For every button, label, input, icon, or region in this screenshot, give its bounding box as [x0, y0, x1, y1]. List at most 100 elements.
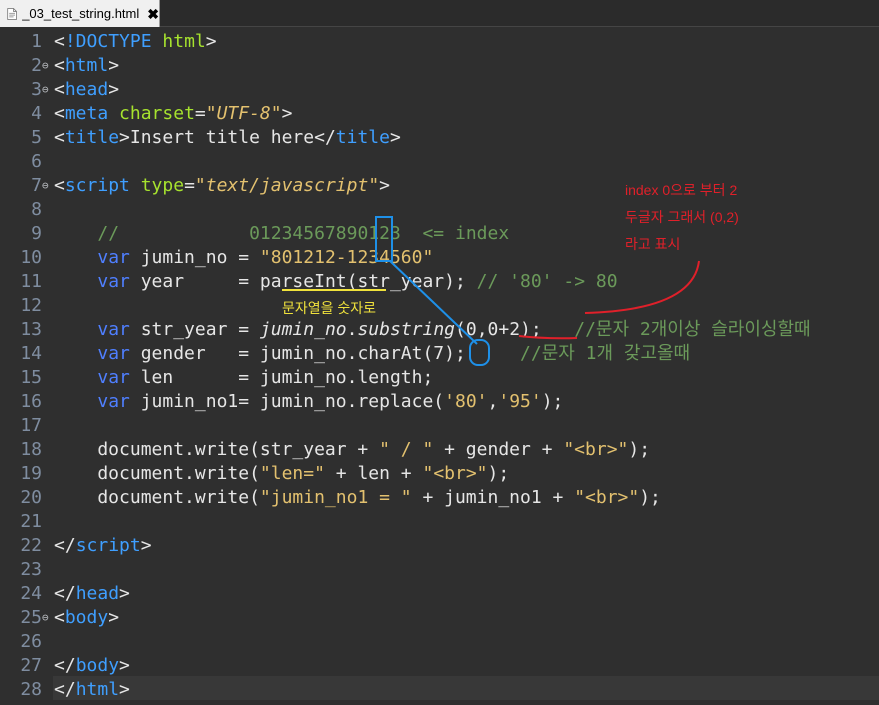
code-token: title: [335, 127, 390, 148]
code-line[interactable]: <script type="text/javascript">: [54, 174, 390, 198]
code-line[interactable]: var year = parseInt(str_year); // '80' -…: [54, 270, 617, 294]
code-token: script: [64, 175, 130, 196]
editor-tab-bar: _03_test_string.html ✖: [0, 0, 879, 27]
code-token: "<br>": [574, 487, 640, 508]
code-line[interactable]: document.write("len=" + len + "<br>");: [54, 462, 509, 486]
line-number: 28: [20, 679, 42, 700]
tab-title: _03_test_string.html: [22, 6, 140, 21]
code-token: >: [108, 79, 120, 100]
line-number: 25: [20, 607, 42, 628]
code-token: .: [346, 319, 358, 340]
code-line[interactable]: <!DOCTYPE html>: [54, 30, 217, 54]
code-line[interactable]: var jumin_no = "801212-1234560": [54, 246, 433, 270]
fold-toggle-icon[interactable]: ⊖: [42, 606, 54, 630]
code-token: (0,0+2);: [455, 319, 575, 340]
code-token: gender = jumin_no.charAt(7);: [129, 343, 521, 364]
code-token: <: [54, 103, 65, 124]
code-token: document.write(: [54, 463, 260, 484]
line-number: 5: [31, 127, 42, 148]
line-number: 17: [20, 415, 42, 436]
code-token: >: [108, 55, 120, 76]
line-number-gutter: 1 2 ⊖ 3 ⊖ 4 5 6 7 ⊖ 8 9 10 11 12 13 14 15 16 17 18 19 20 21 22 23…: [0, 28, 53, 705]
code-token: + len +: [324, 463, 423, 484]
code-line[interactable]: </body>: [54, 654, 130, 678]
code-line[interactable]: var str_year = jumin_no.substring(0,0+2)…: [54, 318, 811, 342]
code-token: " / ": [379, 439, 434, 460]
line-number: 4: [31, 103, 42, 124]
code-editor[interactable]: 1 2 ⊖ 3 ⊖ 4 5 6 7 ⊖ 8 9 10 11 12 13 14 15 16 17 18 19 20 21 22 23…: [0, 28, 879, 705]
line-number: 15: [20, 367, 42, 388]
line-number: 8: [31, 199, 42, 220]
code-line[interactable]: <html>: [54, 54, 119, 78]
code-line[interactable]: </head>: [54, 582, 130, 606]
line-number: 19: [20, 463, 42, 484]
code-token: >: [119, 679, 130, 700]
code-token: var: [97, 343, 130, 364]
code-line[interactable]: var jumin_no1= jumin_no.replace('80','95…: [54, 390, 563, 414]
line-number: 22: [20, 535, 42, 556]
code-token: </: [314, 127, 336, 148]
code-token: </: [54, 583, 76, 604]
code-line[interactable]: </script>: [54, 534, 152, 558]
code-line[interactable]: <meta charset="UTF-8">: [54, 102, 292, 126]
code-token: <: [54, 55, 65, 76]
code-token: );: [541, 391, 564, 412]
code-token: jumin_no =: [129, 247, 260, 268]
line-number: 10: [20, 247, 42, 268]
code-line[interactable]: // 01234567890123 <= index: [54, 222, 509, 246]
code-token: html: [162, 31, 206, 52]
fold-toggle-icon[interactable]: ⊖: [42, 54, 54, 78]
code-token: </: [54, 655, 76, 676]
code-line[interactable]: var gender = jumin_no.charAt(7); //문자 1개…: [54, 342, 690, 366]
code-line[interactable]: <body>: [54, 606, 119, 630]
close-tab-icon[interactable]: ✖: [147, 7, 159, 21]
code-token: document.write(: [54, 487, 260, 508]
code-token: meta: [64, 103, 109, 124]
code-token: <: [54, 79, 65, 100]
code-token: <: [54, 31, 65, 52]
code-token: <: [54, 127, 65, 148]
red-annotation-line-1: index 0으로 부터 2: [625, 182, 738, 198]
code-token: script: [75, 535, 141, 556]
line-number: 9: [31, 223, 42, 244]
code-token: var: [97, 247, 130, 268]
code-token: "<br>": [422, 463, 488, 484]
code-token: year = parseInt(str_year);: [129, 271, 477, 292]
code-token: >: [205, 31, 217, 52]
code-token: html: [64, 55, 109, 76]
line-number: 20: [20, 487, 42, 508]
code-line[interactable]: <head>: [54, 78, 119, 102]
code-area[interactable]: <!DOCTYPE html> <html> <head> <meta charset…: [54, 28, 879, 705]
code-token: substring: [357, 319, 456, 340]
code-token: body: [64, 607, 109, 628]
fold-toggle-icon[interactable]: ⊖: [42, 78, 54, 102]
code-line[interactable]: <title>Insert title here</title>: [54, 126, 401, 150]
code-line[interactable]: </html>: [54, 678, 130, 702]
code-token: head: [75, 583, 120, 604]
tab-file[interactable]: _03_test_string.html ✖: [0, 0, 160, 27]
line-number: 14: [20, 343, 42, 364]
code-token: ,: [487, 391, 499, 412]
code-token: >: [281, 103, 293, 124]
fold-toggle-icon[interactable]: ⊖: [42, 174, 54, 198]
code-token: >: [140, 535, 152, 556]
code-token: head: [64, 79, 109, 100]
code-token: var: [97, 319, 130, 340]
code-line[interactable]: document.write(str_year + " / " + gender…: [54, 438, 650, 462]
code-token: Insert title here: [129, 127, 315, 148]
code-token: //문자 2개이상 슬라이싱할때: [574, 319, 811, 340]
code-token: =: [184, 175, 195, 196]
code-token: str_year =: [129, 319, 260, 340]
code-token: </: [54, 679, 76, 700]
code-line[interactable]: var len = jumin_no.length;: [54, 366, 433, 390]
code-line[interactable]: document.write("jumin_no1 = " + jumin_no…: [54, 486, 661, 510]
line-number: 23: [20, 559, 42, 580]
line-number: 26: [20, 631, 42, 652]
code-token: type: [140, 175, 185, 196]
